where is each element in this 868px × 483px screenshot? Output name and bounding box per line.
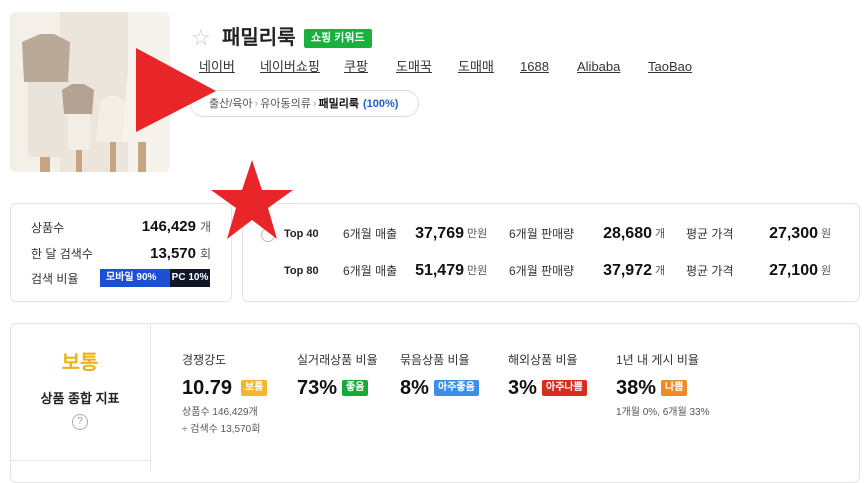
products-count-value: 146,429 [141, 218, 196, 235]
bundle-ratio-value: 8% [400, 377, 429, 399]
market-link-coupang[interactable]: 쿠팡 [344, 59, 368, 75]
top40-price-unit: 원 [821, 228, 832, 240]
pc-ratio-segment: PC 10% [170, 269, 210, 287]
recent-post-ratio-label: 1년 내 게시 비율 [616, 353, 699, 367]
top40-price-label: 평균 가격 [686, 227, 734, 241]
top40-qty-unit: 개 [655, 228, 666, 240]
score-divider [150, 323, 151, 471]
top80-price-label: 평균 가격 [686, 264, 734, 278]
monthly-search-value: 13,570 [150, 245, 196, 262]
monthly-search-label: 한 달 검색수 [31, 247, 93, 261]
top40-price-value: 27,300 [769, 225, 818, 242]
top80-qty-unit: 개 [655, 265, 666, 277]
overseas-ratio-value: 3% [508, 377, 537, 399]
mobile-ratio-segment: 모바일 90% [100, 269, 170, 287]
market-link-domeggook[interactable]: 도매꾹 [396, 59, 432, 75]
competition-label: 경쟁강도 [182, 353, 227, 367]
recent-post-ratio-value: 38% [616, 377, 657, 399]
favorite-star-icon[interactable]: ☆ [191, 26, 211, 50]
competition-note-searches: ÷ 검색수 13,570회 [182, 424, 261, 435]
top80-qty-value: 37,972 [603, 262, 652, 279]
top40-sales-value: 37,769 [415, 225, 464, 242]
competition-note-products: 상품수 146,429개 [182, 407, 258, 418]
category-level-3: 패밀리룩 [318, 98, 359, 110]
top80-price-value: 27,100 [769, 262, 818, 279]
keyword-title: 패밀리룩 [222, 27, 296, 49]
category-level-2: 유아동의류 [260, 98, 311, 110]
bundle-ratio-label: 묶음상품 비율 [400, 353, 470, 367]
real-trade-ratio-tag: 좋음 [342, 380, 369, 396]
products-count-label: 상품수 [31, 221, 65, 235]
recent-post-ratio-tag: 나쁨 [661, 380, 688, 396]
market-link-naver-shopping[interactable]: 네이버쇼핑 [260, 59, 320, 75]
bundle-ratio-tag: 아주좋음 [434, 380, 479, 396]
market-link-alibaba[interactable]: Alibaba [577, 59, 620, 75]
overall-grade-title: 상품 종합 지표 [40, 391, 120, 406]
overseas-ratio-label: 해외상품 비율 [508, 353, 578, 367]
top80-price-unit: 원 [821, 265, 832, 277]
red-star-overlay-icon [211, 160, 293, 239]
market-link-1688[interactable]: 1688 [520, 59, 549, 75]
top40-sales-label: 6개월 매출 [343, 227, 398, 241]
help-icon[interactable]: ? [72, 414, 88, 430]
overall-grade: 보통 [61, 352, 99, 374]
red-arrow-overlay-icon [136, 48, 216, 132]
top80-sales-unit: 만원 [467, 265, 488, 277]
overseas-ratio-tag: 아주나쁨 [542, 380, 587, 396]
score-divider-horizontal [10, 460, 150, 461]
breadcrumb-separator-icon: › [312, 98, 317, 110]
real-trade-ratio-value: 73% [297, 377, 338, 399]
category-percent: (100%) [362, 98, 399, 110]
competition-tag: 보통 [241, 380, 268, 396]
top80-label: Top 80 [284, 265, 319, 277]
breadcrumb-separator-icon: › [254, 98, 259, 110]
monthly-search-unit: 회 [200, 247, 212, 261]
market-link-taobao[interactable]: TaoBao [648, 59, 692, 75]
search-ratio-bar: 모바일 90% PC 10% [100, 269, 210, 287]
recent-post-ratio-note: 1개월 0%, 6개월 33% [616, 407, 710, 418]
top80-sales-label: 6개월 매출 [343, 264, 398, 278]
top80-qty-label: 6개월 판매량 [509, 264, 575, 278]
real-trade-ratio-label: 실거래상품 비율 [297, 353, 378, 367]
shopping-keyword-badge: 쇼핑 키워드 [304, 29, 372, 48]
search-ratio-label: 검색 비율 [31, 272, 79, 286]
competition-value: 10.79 [182, 377, 233, 399]
top40-qty-label: 6개월 판매량 [509, 227, 575, 241]
top40-qty-value: 28,680 [603, 225, 652, 242]
top40-sales-unit: 만원 [467, 228, 488, 240]
top80-sales-value: 51,479 [415, 262, 464, 279]
top-sellers-card [242, 203, 860, 302]
category-breadcrumb[interactable]: 출산/육아 › 유아동의류 › 패밀리룩 (100%) [190, 90, 419, 117]
market-link-domeme[interactable]: 도매매 [458, 59, 494, 75]
